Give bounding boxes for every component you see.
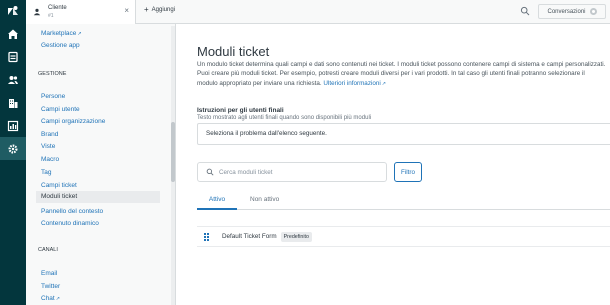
admin-sidebar: Marketplace↗ Gestione app GESTIONE Perso… — [26, 24, 176, 305]
sidebar-item-campi-organizzazione[interactable]: Campi organizzazione — [41, 117, 105, 126]
external-link-icon: ↗ — [77, 31, 82, 37]
tab-subtitle: #1 — [48, 13, 54, 19]
sidebar-item-campi-ticket[interactable]: Campi ticket — [41, 181, 77, 190]
instructions-label: Istruzioni per gli utenti finali — [197, 107, 284, 114]
sidebar-item-persone[interactable]: Persone — [41, 92, 65, 101]
sidebar-item-brand[interactable]: Brand — [41, 130, 58, 139]
sidebar-item-marketplace[interactable]: Marketplace↗ — [41, 29, 82, 39]
product-rail — [0, 0, 26, 305]
views-icon[interactable] — [0, 45, 26, 68]
search-icon — [206, 168, 214, 176]
page-description: Un modulo ticket determina quali campi e… — [197, 61, 606, 87]
sidebar-item-campi-utente[interactable]: Campi utente — [41, 105, 80, 114]
sidebar-item-contenuto-dinamico[interactable]: Contenuto dinamico — [41, 219, 99, 228]
drag-handle-icon[interactable] — [204, 232, 210, 241]
close-icon[interactable]: × — [124, 7, 129, 15]
sidebar-item-chat[interactable]: Chat↗ — [41, 294, 60, 304]
sidebar-item-email[interactable]: Email — [41, 269, 57, 278]
sidebar-item-macro[interactable]: Macro — [41, 155, 59, 164]
sidebar-item-pannello-contesto[interactable]: Pannello del contesto — [41, 207, 103, 216]
home-icon[interactable] — [0, 22, 26, 45]
conversations-button[interactable]: Conversazioni — [538, 4, 606, 19]
conversations-count-icon — [589, 8, 597, 15]
organizations-icon[interactable] — [0, 91, 26, 114]
conversations-label: Conversazioni — [547, 8, 586, 15]
ticket-tab[interactable]: Cliente #1 × — [26, 0, 136, 24]
more-info-link[interactable]: Ulteriori informazioni↗ — [323, 80, 386, 87]
table-row[interactable]: Default Ticket Form Predefinito — [197, 226, 610, 247]
add-tab-button[interactable]: + Aggiungi — [144, 5, 176, 14]
sidebar-scroll-thumb[interactable] — [171, 122, 175, 182]
zendesk-logo-icon — [8, 6, 18, 15]
sidebar-item-tag[interactable]: Tag — [41, 168, 51, 177]
main-content: Moduli ticket Un modulo ticket determina… — [176, 24, 610, 305]
user-icon — [32, 7, 42, 17]
instructions-field[interactable]: Seleziona il problema dall'elenco seguen… — [197, 123, 610, 145]
status-tabs: Attivo Non attivo — [197, 196, 610, 210]
form-name: Default Ticket Form — [222, 233, 277, 240]
search-forms-box[interactable] — [197, 162, 387, 182]
sidebar-item-twitter[interactable]: Twitter — [41, 282, 60, 291]
filter-button[interactable]: Filtro — [394, 162, 422, 182]
external-link-icon: ↗ — [381, 80, 386, 87]
sidebar-item-gestione-app[interactable]: Gestione app — [41, 41, 80, 50]
add-tab-label: Aggiungi — [151, 7, 176, 13]
external-link-icon: ↗ — [55, 296, 60, 302]
users-icon[interactable] — [0, 68, 26, 91]
tab-attivo[interactable]: Attivo — [197, 196, 237, 210]
admin-icon[interactable] — [0, 137, 26, 160]
search-forms-input[interactable] — [219, 168, 379, 176]
sidebar-item-moduli-ticket[interactable]: Moduli ticket — [36, 191, 160, 203]
default-badge: Predefinito — [280, 231, 312, 242]
top-bar: Cliente #1 × + Aggiungi Conversazioni — [26, 0, 610, 24]
section-gestione: GESTIONE — [38, 71, 67, 77]
tab-non-attivo[interactable]: Non attivo — [250, 196, 279, 210]
zendesk-logo[interactable] — [0, 0, 26, 22]
sidebar-item-viste[interactable]: Viste — [41, 142, 55, 151]
instructions-hint: Testo mostrato agli utenti finali quando… — [197, 115, 372, 121]
search-icon[interactable] — [520, 6, 530, 16]
reporting-icon[interactable] — [0, 114, 26, 137]
tab-title: Cliente — [48, 5, 67, 11]
section-canali: CANALI — [38, 247, 58, 253]
plus-icon: + — [144, 5, 149, 14]
page-title: Moduli ticket — [197, 44, 270, 59]
